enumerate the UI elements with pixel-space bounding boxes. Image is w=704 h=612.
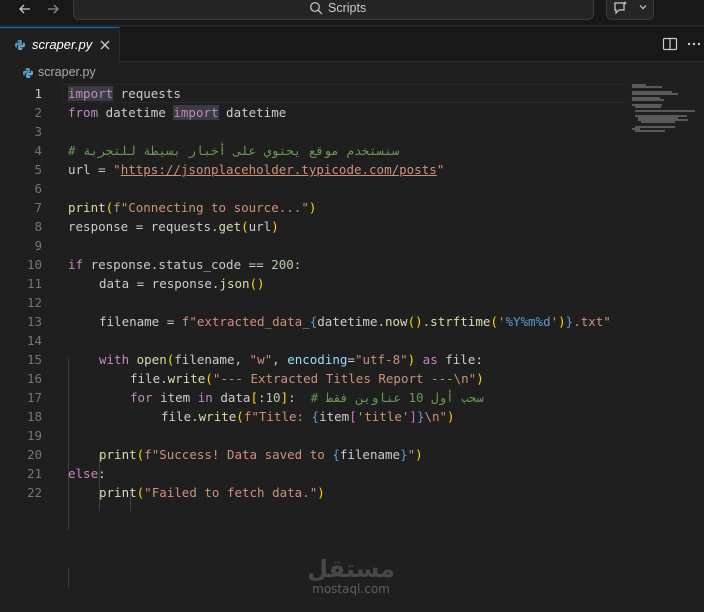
command-center-search[interactable]: Scripts	[73, 0, 594, 20]
line-number: 20	[26, 447, 42, 462]
line-number: 10	[26, 257, 42, 272]
code-line-11: data = response.json()	[99, 276, 265, 291]
minimap-line	[635, 130, 665, 133]
python-file-icon	[15, 40, 25, 50]
line-number: 3	[34, 124, 42, 139]
code-line-17: for item in data[:10]: # سحب أول 10 عناو…	[130, 390, 484, 405]
line-number: 4	[34, 143, 42, 158]
breadcrumb-file[interactable]: scraper.py	[38, 65, 96, 79]
minimap-line	[635, 125, 675, 128]
line-number: 12	[26, 295, 42, 310]
code-line-22: print("Failed to fetch data.")	[99, 485, 325, 500]
python-file-icon	[23, 68, 33, 78]
watermark-logo: مستقل mostaql.com	[296, 556, 406, 604]
indent-guide	[68, 359, 69, 530]
title-bar: Scripts	[0, 0, 704, 26]
copilot-chat-button[interactable]	[606, 0, 654, 20]
arrow-right-icon[interactable]	[42, 2, 64, 20]
minimap-line	[635, 110, 695, 113]
line-number: 17	[26, 390, 42, 405]
breadcrumb: scraper.py	[0, 62, 704, 84]
arrow-left-icon[interactable]	[14, 2, 36, 20]
watermark-arabic: مستقل	[307, 555, 395, 583]
more-actions-icon[interactable]	[686, 36, 702, 52]
editor-tab-bar: scraper.py	[0, 27, 704, 62]
line-number: 14	[26, 333, 42, 348]
line-number: 6	[34, 181, 42, 196]
code-line-13: filename = f"extracted_data_{datetime.no…	[99, 314, 611, 329]
code-line-8: response = requests.get(url)	[68, 219, 279, 234]
code-line-21: else:	[68, 466, 106, 481]
line-number: 15	[26, 352, 42, 367]
line-number: 5	[34, 162, 42, 177]
command-center-label: Scripts	[328, 1, 367, 15]
url-link[interactable]: https://jsonplaceholder.typicode.com/pos…	[121, 162, 437, 177]
line-number: 2	[34, 105, 42, 120]
code-line-5: url = "https://jsonplaceholder.typicode.…	[68, 162, 445, 177]
line-number: 19	[26, 428, 42, 443]
line-number: 16	[26, 371, 42, 386]
code-line-20: print(f"Success! Data saved to {filename…	[99, 447, 423, 462]
code-line-1: import requests	[68, 86, 181, 101]
watermark-latin: mostaql.com	[312, 582, 390, 596]
code-line-15: with open(filename, "w", encoding="utf-8…	[99, 352, 483, 367]
line-number: 11	[26, 276, 42, 291]
minimap-line	[632, 86, 662, 89]
line-number: 9	[34, 238, 42, 253]
code-line-4: # سنستخدم موقع يحتوي على أخبار بسيطة للت…	[68, 143, 400, 158]
minimap[interactable]	[628, 84, 704, 612]
minimap-line	[641, 121, 675, 124]
minimap-line	[632, 92, 678, 95]
line-number: 22	[26, 485, 42, 500]
code-line-16: file.write("--- Extracted Titles Report …	[130, 371, 484, 386]
line-number: 13	[26, 314, 42, 329]
copilot-chat-icon	[614, 1, 627, 15]
close-icon[interactable]	[98, 38, 112, 52]
code-line-7: print(f"Connecting to source...")	[68, 200, 317, 215]
code-editor[interactable]: 1 2 3 4 5 6 7 8 9 10 11 12 13 14 15 16 17 18 19 20 21 22 impo…	[0, 84, 630, 612]
line-number: 18	[26, 409, 42, 424]
line-number: 21	[26, 466, 42, 481]
chevron-down-icon	[639, 5, 647, 10]
code-line-10: if response.status_code == 200:	[68, 257, 302, 272]
line-number: 7	[34, 200, 42, 215]
code-line-2: from datetime import datetime	[68, 105, 287, 120]
tab-scraper-py[interactable]: scraper.py	[0, 27, 120, 62]
indent-guide	[68, 568, 69, 587]
minimap-line	[632, 99, 664, 102]
tab-label: scraper.py	[32, 37, 93, 52]
line-number: 1	[34, 86, 42, 101]
split-editor-icon[interactable]	[662, 36, 678, 52]
line-number: 8	[34, 219, 42, 234]
code-line-18: file.write(f"Title: {item['title']}\n")	[161, 409, 455, 424]
search-icon	[310, 2, 323, 15]
minimap-line	[635, 106, 661, 108]
